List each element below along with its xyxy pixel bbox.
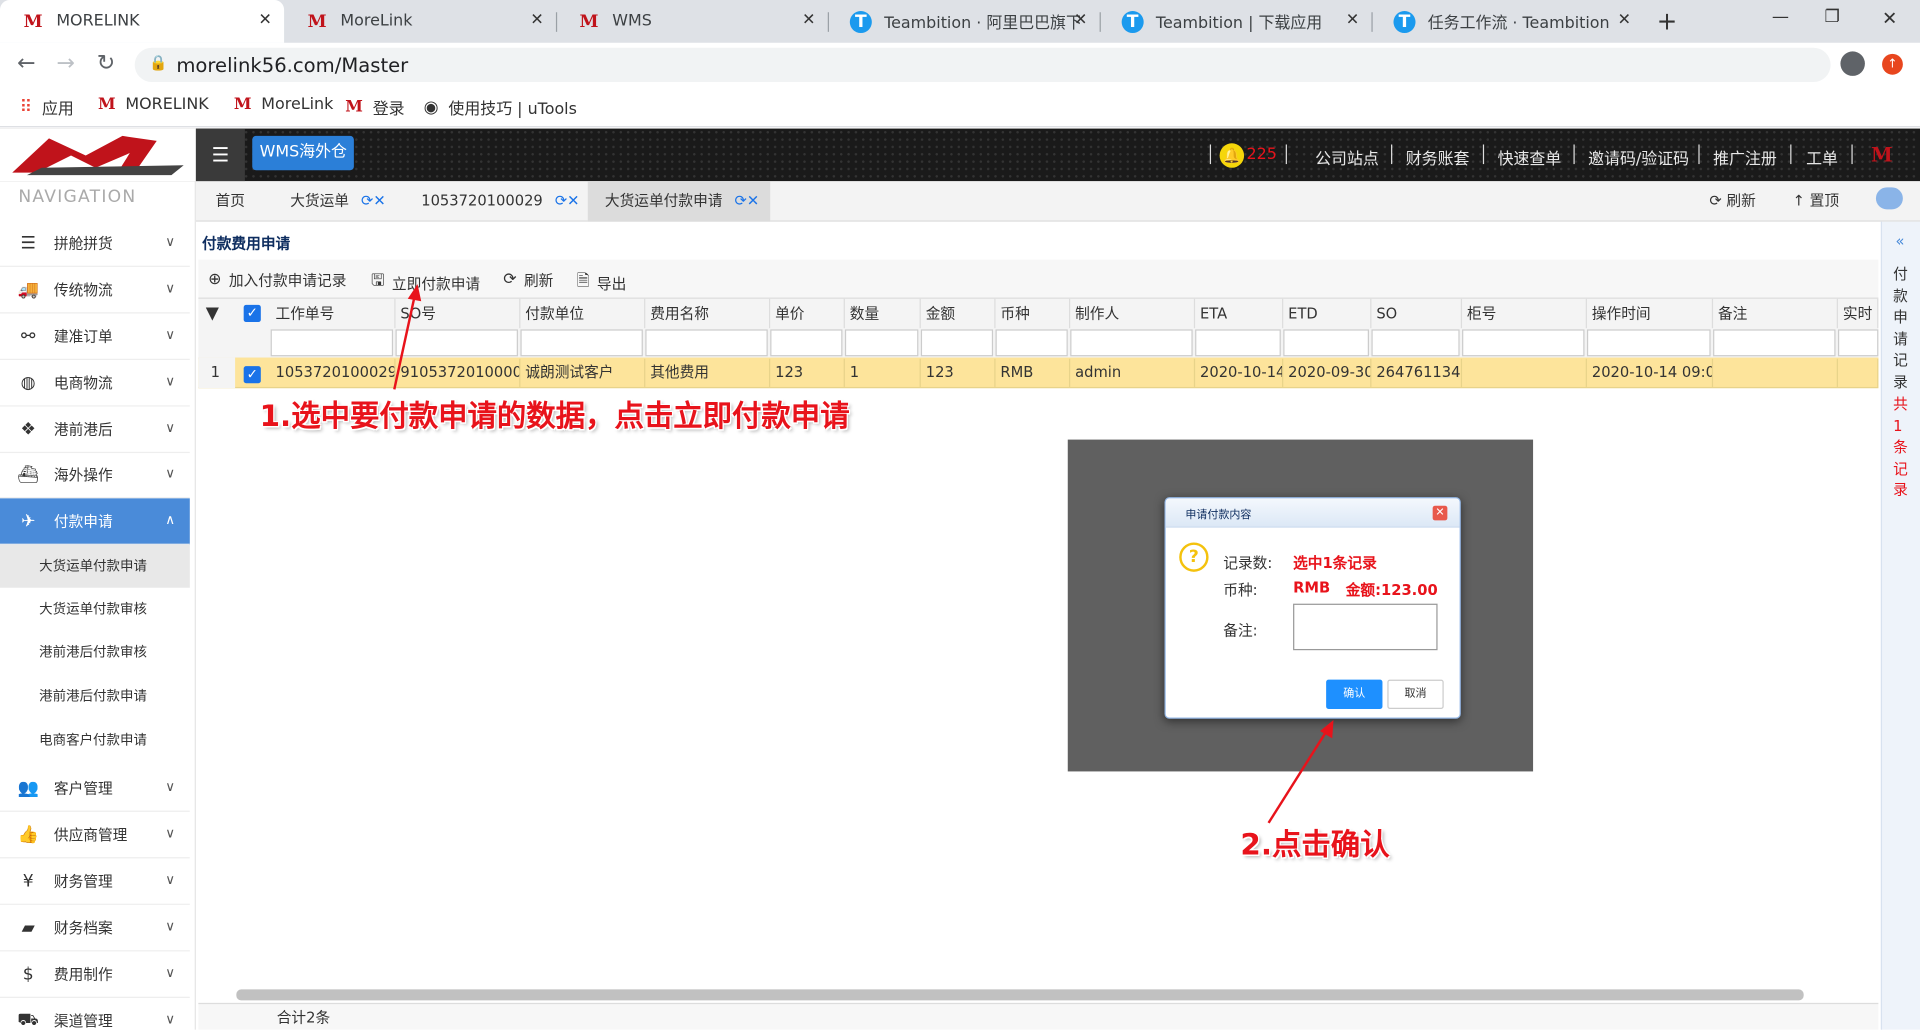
- arrow-line-1: [393, 293, 417, 390]
- annotation-step1: 1.选中要付款申请的数据，点击立即付款申请: [259, 399, 850, 434]
- arrow-head-2: [1320, 720, 1334, 739]
- arrow-head-1: [407, 284, 422, 302]
- annotation-step2: 2.点击确认: [1240, 827, 1390, 863]
- arrow-line-2: [1267, 729, 1329, 824]
- annotation-arrows: [393, 284, 1334, 824]
